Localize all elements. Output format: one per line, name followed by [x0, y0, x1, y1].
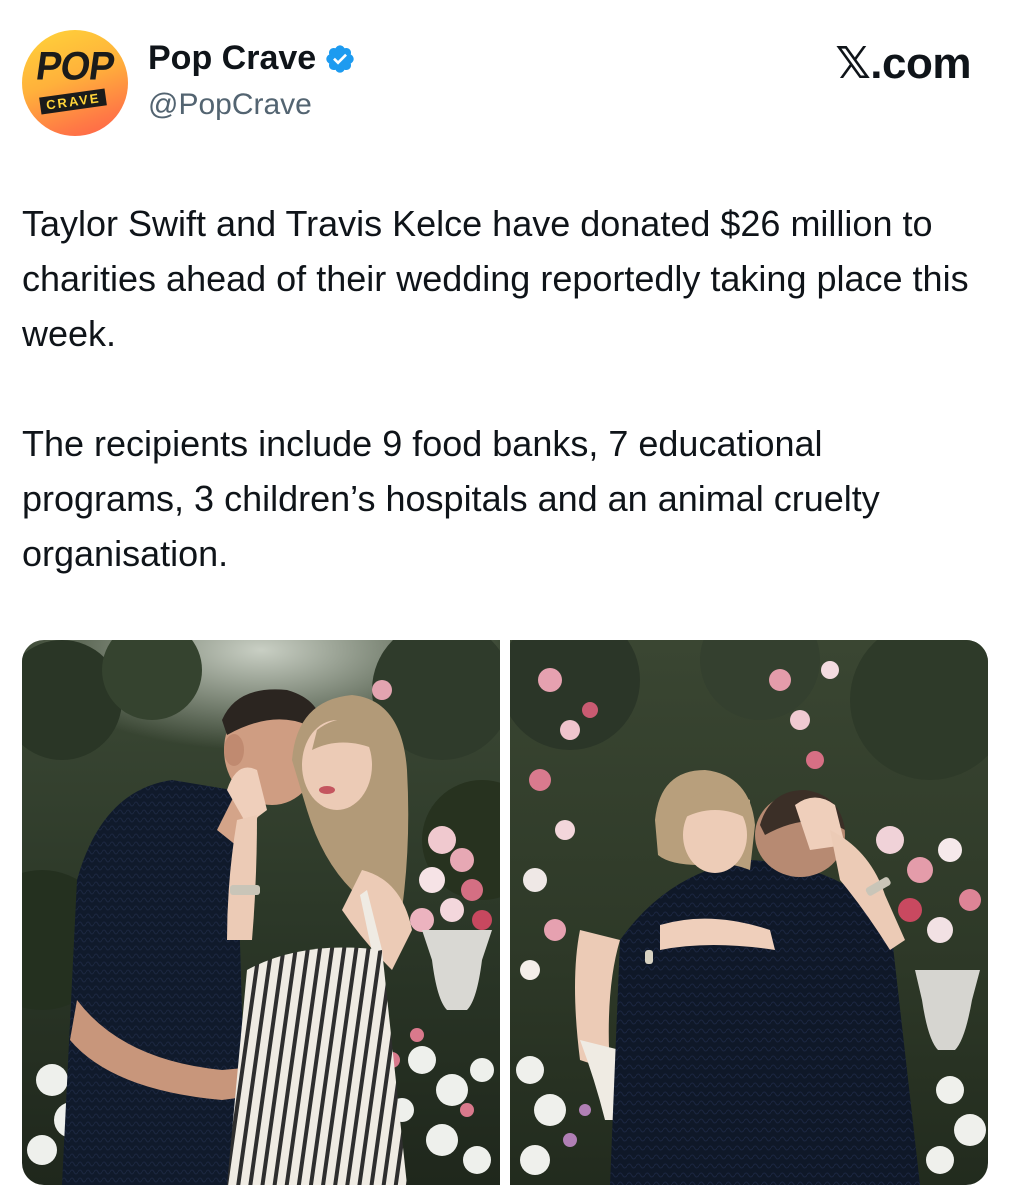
author-handle[interactable]: @PopCrave — [148, 88, 312, 121]
x-com-brand: 𝕏.com — [835, 39, 971, 88]
tweet-paragraph: Taylor Swift and Travis Kelce have donat… — [22, 203, 969, 354]
avatar-logo-pop: POP — [33, 44, 117, 90]
author-display-name[interactable]: Pop Crave — [148, 39, 356, 77]
avatar-logo-crave: CRAVE — [39, 88, 107, 115]
tweet-paragraph: The recipients include 9 food banks, 7 e… — [22, 423, 880, 574]
photo-couple-hug[interactable] — [510, 640, 988, 1185]
verified-badge-icon — [326, 45, 354, 73]
photo-couple-forehead[interactable] — [22, 640, 500, 1185]
display-name-text[interactable]: Pop Crave — [148, 39, 316, 77]
profile-avatar[interactable]: POP CRAVE — [22, 30, 128, 136]
media-grid — [22, 640, 988, 1185]
tweet-text: Taylor Swift and Travis Kelce have donat… — [22, 196, 972, 581]
